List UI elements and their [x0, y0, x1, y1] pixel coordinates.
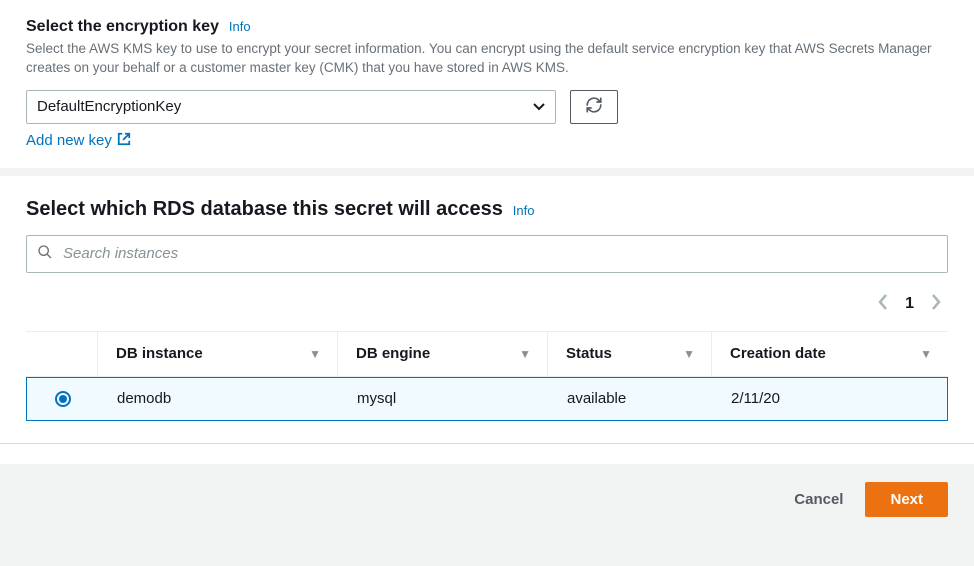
sort-caret-icon: ▼: [920, 347, 932, 361]
cancel-button[interactable]: Cancel: [794, 491, 843, 508]
col-header-status[interactable]: Status ▼: [548, 332, 712, 376]
encryption-key-selected-value: DefaultEncryptionKey: [37, 98, 181, 115]
next-button[interactable]: Next: [865, 482, 948, 517]
chevron-down-icon: [533, 98, 545, 115]
search-input[interactable]: [63, 245, 937, 262]
search-icon: [37, 244, 53, 263]
col-header-db-engine[interactable]: DB engine ▼: [338, 332, 548, 376]
refresh-icon: [585, 96, 603, 117]
database-section-title: Select which RDS database this secret wi…: [26, 198, 503, 220]
refresh-button[interactable]: [570, 90, 618, 124]
row-radio-cell[interactable]: [27, 391, 99, 407]
footer-bar: Cancel Next: [0, 464, 974, 535]
col-header-db-instance-label: DB instance: [116, 345, 203, 362]
db-table: DB instance ▼ DB engine ▼ Status ▼ Creat…: [26, 331, 948, 421]
external-link-icon: [117, 132, 131, 150]
encryption-info-link[interactable]: Info: [229, 19, 251, 34]
encryption-description: Select the AWS KMS key to use to encrypt…: [26, 40, 948, 78]
encryption-key-select[interactable]: DefaultEncryptionKey: [26, 90, 556, 124]
sort-caret-icon: ▼: [519, 347, 531, 361]
radio-selected-icon: [55, 391, 71, 407]
col-radio-spacer: [26, 332, 98, 376]
pagination-prev[interactable]: [877, 291, 889, 317]
col-header-status-label: Status: [566, 345, 612, 362]
sort-caret-icon: ▼: [309, 347, 321, 361]
add-new-key-link[interactable]: Add new key: [26, 132, 131, 150]
pagination-next[interactable]: [930, 291, 942, 317]
cell-db-instance: demodb: [99, 390, 339, 407]
cell-creation-date: 2/11/20: [713, 390, 947, 407]
col-header-db-engine-label: DB engine: [356, 345, 430, 362]
col-header-db-instance[interactable]: DB instance ▼: [98, 332, 338, 376]
database-info-link[interactable]: Info: [513, 203, 535, 218]
col-header-creation-date-label: Creation date: [730, 345, 826, 362]
table-row[interactable]: demodb mysql available 2/11/20: [26, 377, 948, 421]
search-instances-box[interactable]: [26, 235, 948, 273]
encryption-section-title: Select the encryption key: [26, 18, 219, 35]
cell-db-engine: mysql: [339, 390, 549, 407]
add-new-key-label: Add new key: [26, 132, 112, 149]
col-header-creation-date[interactable]: Creation date ▼: [712, 332, 948, 376]
table-header-row: DB instance ▼ DB engine ▼ Status ▼ Creat…: [26, 331, 948, 377]
sort-caret-icon: ▼: [683, 347, 695, 361]
pagination-page-number: 1: [905, 295, 914, 313]
cell-status: available: [549, 390, 713, 407]
